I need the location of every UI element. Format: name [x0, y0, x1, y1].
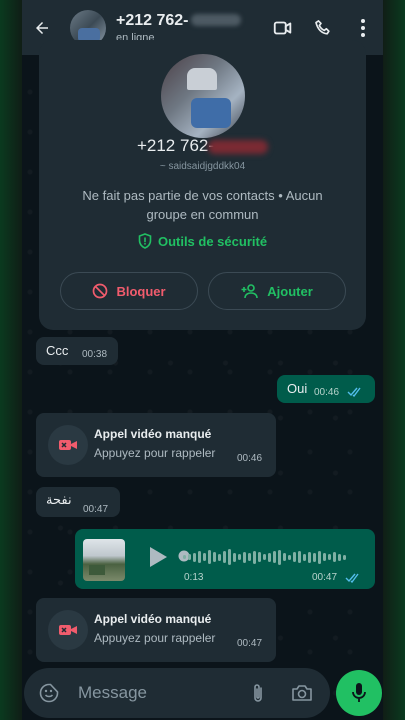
message-time: 00:46: [314, 387, 340, 398]
block-label: Bloquer: [116, 283, 166, 299]
contact-name: +212 762-: [116, 11, 189, 29]
missed-video-call-icon: [59, 440, 77, 450]
camera-icon: [292, 685, 312, 701]
block-icon: [93, 283, 108, 299]
add-person-icon: [241, 284, 259, 299]
missed-call-bubble[interactable]: Appel vidéo manqué Appuyez pour rappeler…: [36, 413, 276, 477]
message-time: 00:38: [82, 349, 108, 360]
message-text: Ccc: [46, 343, 69, 358]
attach-button[interactable]: [236, 682, 280, 704]
read-ticks-icon: [345, 573, 359, 583]
redacted-number: [190, 14, 241, 27]
contact-profile-card: +212 762- ~ saidsaidjgddkk04 Ne fait pas…: [39, 40, 366, 330]
profile-info: Ne fait pas partie de vos contacts • Auc…: [82, 188, 323, 222]
voice-duration: 0:13: [184, 572, 204, 583]
profile-avatar[interactable]: [161, 54, 245, 138]
missed-video-call-icon-wrap: [48, 610, 88, 650]
voice-waveform[interactable]: [183, 547, 348, 567]
security-label: Outils de sécurité: [157, 234, 268, 249]
call-subtitle: Appuyez pour rappeler: [94, 446, 216, 460]
voice-message-bubble[interactable]: 0:13 00:47: [75, 529, 375, 589]
missed-video-call-icon-wrap: [48, 425, 88, 465]
microphone-icon: [352, 683, 366, 702]
screen-edge-left: [0, 0, 22, 720]
shield-icon: [138, 233, 152, 249]
message-input[interactable]: Message: [78, 683, 236, 703]
more-vert-icon: [361, 18, 365, 37]
sticker-button[interactable]: [28, 683, 70, 703]
phone-icon: [315, 19, 330, 35]
call-subtitle: Appuyez pour rappeler: [94, 631, 216, 645]
block-button[interactable]: Bloquer: [60, 272, 198, 310]
add-label: Ajouter: [267, 283, 313, 299]
security-tools-link[interactable]: Outils de sécurité: [39, 233, 366, 249]
missed-video-call-icon: [59, 625, 77, 635]
message-composer: Message: [24, 668, 330, 718]
message-bubble-outgoing[interactable]: Oui 00:46: [277, 375, 375, 403]
message-time: 00:46: [237, 453, 263, 464]
add-contact-button[interactable]: Ajouter: [208, 272, 346, 310]
profile-username: ~ saidsaidjgddkk04: [159, 161, 246, 172]
sticker-icon: [39, 683, 59, 703]
camera-button[interactable]: [280, 684, 324, 702]
play-icon[interactable]: [148, 546, 168, 568]
read-ticks-icon: [347, 387, 361, 397]
call-title: Appel vidéo manqué: [94, 427, 212, 441]
paperclip-icon: [254, 684, 262, 702]
video-call-icon: [273, 21, 292, 34]
call-title: Appel vidéo manqué: [94, 612, 212, 626]
contact-info[interactable]: +212 762- en ligne: [116, 12, 263, 44]
missed-call-bubble[interactable]: Appel vidéo manqué Appuyez pour rappeler…: [36, 598, 276, 662]
message-time: 00:47: [312, 572, 338, 583]
message-time: 00:47: [83, 504, 109, 515]
profile-phone: +212 762-: [136, 136, 215, 155]
message-bubble-incoming[interactable]: Ccc 00:38: [36, 337, 118, 365]
message-bubble-incoming[interactable]: نفحة 00:47: [36, 487, 120, 517]
sender-thumbnail: [83, 539, 125, 581]
message-time: 00:47: [237, 638, 263, 649]
screen-edge-right: [383, 0, 405, 720]
back-arrow-icon: [36, 21, 48, 34]
message-text: نفحة: [46, 492, 72, 507]
redacted-number: [208, 139, 269, 154]
message-text: Oui: [287, 381, 308, 396]
voice-record-button[interactable]: [336, 670, 382, 716]
